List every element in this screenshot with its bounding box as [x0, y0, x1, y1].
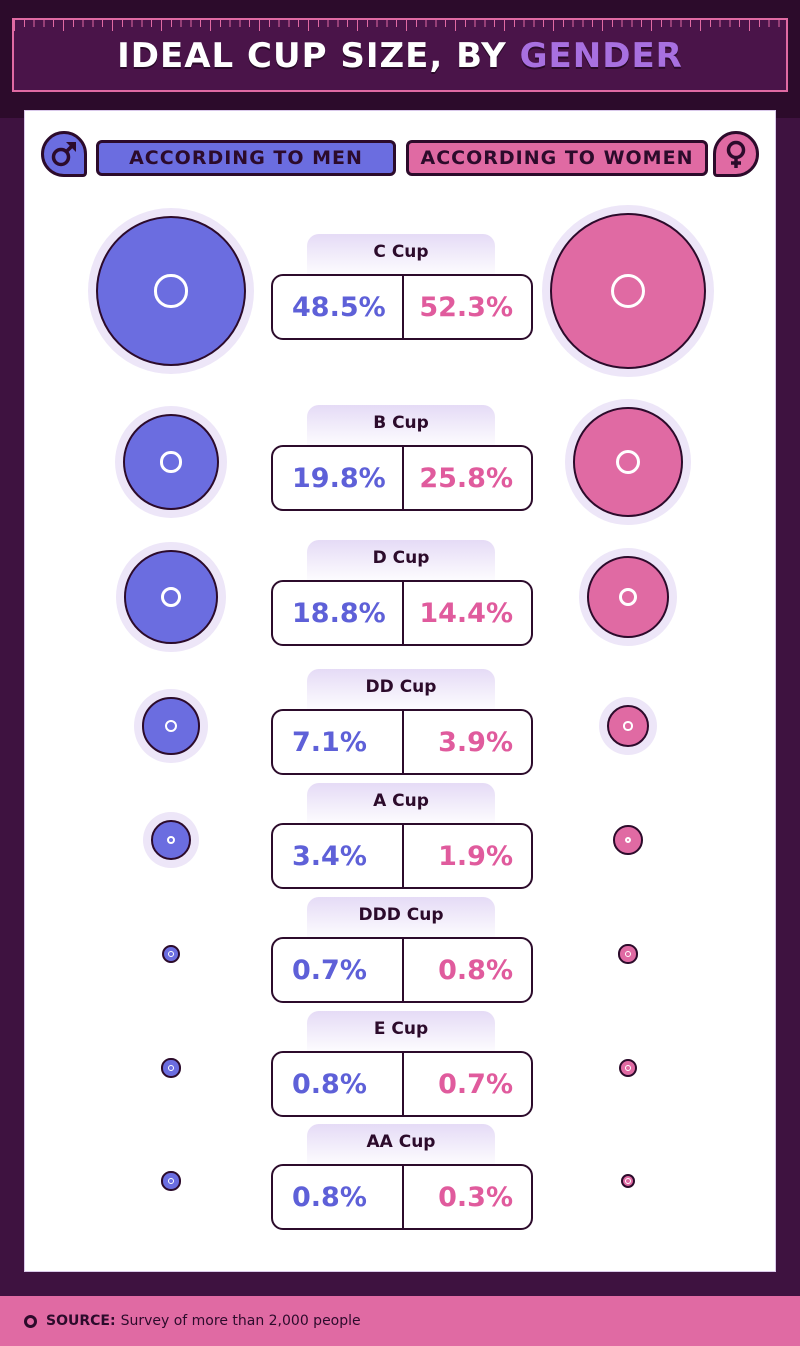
value-box: 0.7% 0.8%	[271, 937, 533, 1003]
female-symbol-icon	[713, 131, 759, 177]
bubble-center-ring	[166, 835, 176, 845]
legend-women-label: ACCORDING TO WOMEN	[406, 140, 708, 176]
bubble-center-ring	[624, 1064, 631, 1071]
title-main: IDEAL CUP SIZE, BY	[117, 36, 520, 76]
women-value: 0.7%	[438, 1068, 513, 1100]
value-box: 19.8% 25.8%	[271, 445, 533, 511]
women-value: 14.4%	[419, 597, 513, 629]
women-value: 25.8%	[419, 462, 513, 494]
title-accent: GENDER	[519, 36, 683, 76]
cup-label: A Cup	[307, 783, 495, 827]
header-band: IDEAL CUP SIZE, BY GENDER	[0, 0, 800, 118]
cup-label: E Cup	[307, 1011, 495, 1055]
value-box: 18.8% 14.4%	[271, 580, 533, 646]
men-bubble	[124, 550, 218, 644]
cup-label: DD Cup	[307, 669, 495, 713]
cup-label: B Cup	[307, 405, 495, 449]
source-text: Survey of more than 2,000 people	[120, 1313, 361, 1329]
women-value: 0.3%	[438, 1181, 513, 1213]
bubble-center-ring	[154, 274, 188, 308]
women-value: 1.9%	[438, 840, 513, 872]
men-value: 3.4%	[273, 825, 404, 887]
legend-men-label: ACCORDING TO MEN	[96, 140, 396, 176]
value-box: 48.5% 52.3%	[271, 274, 533, 340]
bubble-center-ring	[164, 719, 178, 733]
men-bubble	[161, 944, 181, 964]
cup-row: DD Cup 7.1% 3.9%	[25, 669, 775, 779]
cup-row: E Cup 0.8% 0.7%	[25, 1011, 775, 1121]
women-bubble	[618, 1058, 638, 1078]
legend: ACCORDING TO MEN ACCORDING TO WOMEN	[25, 131, 775, 181]
cup-label: DDD Cup	[307, 897, 495, 941]
cup-row: AA Cup 0.8% 0.3%	[25, 1124, 775, 1234]
source-label: SOURCE:	[46, 1313, 116, 1329]
value-box: 3.4% 1.9%	[271, 823, 533, 889]
value-box: 0.8% 0.3%	[271, 1164, 533, 1230]
men-value: 0.8%	[273, 1166, 404, 1228]
bubble-center-ring	[618, 587, 637, 606]
bubble-center-ring	[615, 449, 641, 475]
women-value: 3.9%	[438, 726, 513, 758]
men-value: 19.8%	[273, 447, 404, 509]
women-value: 52.3%	[419, 291, 513, 323]
cup-label: C Cup	[307, 234, 495, 278]
source-bullet-icon	[24, 1314, 37, 1328]
footer: SOURCE: Survey of more than 2,000 people	[0, 1296, 800, 1346]
men-bubble	[123, 414, 219, 510]
cup-row: D Cup 18.8% 14.4%	[25, 540, 775, 652]
bubble-center-ring	[167, 1064, 174, 1071]
men-bubble	[161, 1171, 181, 1191]
men-bubble	[151, 820, 191, 860]
women-value: 0.8%	[438, 954, 513, 986]
bubble-center-ring	[160, 586, 182, 608]
bubble-center-ring	[167, 950, 174, 957]
men-value: 7.1%	[273, 711, 404, 773]
bubble-center-ring	[624, 950, 631, 957]
title-banner: IDEAL CUP SIZE, BY GENDER	[12, 18, 788, 92]
men-bubble	[95, 215, 247, 367]
value-box: 7.1% 3.9%	[271, 709, 533, 775]
ruler-major-ticks	[14, 20, 786, 32]
chart-card: ACCORDING TO MEN ACCORDING TO WOMEN C Cu…	[24, 110, 776, 1272]
bubble-center-ring	[625, 1178, 631, 1184]
cup-row: C Cup 48.5% 52.3%	[25, 205, 775, 377]
cup-row: B Cup 19.8% 25.8%	[25, 399, 775, 525]
men-value: 0.8%	[273, 1053, 404, 1115]
men-value: 0.7%	[273, 939, 404, 1001]
bubble-center-ring	[167, 1177, 174, 1184]
women-bubble	[573, 407, 683, 517]
bubble-center-ring	[624, 836, 632, 844]
women-bubble	[618, 944, 638, 964]
male-symbol-icon	[41, 131, 87, 177]
men-bubble	[142, 697, 200, 755]
bubble-center-ring	[610, 273, 646, 309]
value-box: 0.8% 0.7%	[271, 1051, 533, 1117]
cup-row: A Cup 3.4% 1.9%	[25, 783, 775, 893]
men-bubble	[161, 1058, 181, 1078]
cup-label: AA Cup	[307, 1124, 495, 1168]
women-bubble	[621, 1174, 635, 1188]
bubble-center-ring	[623, 721, 633, 731]
cup-row: DDD Cup 0.7% 0.8%	[25, 897, 775, 1007]
women-bubble	[550, 213, 706, 369]
page-title: IDEAL CUP SIZE, BY GENDER	[14, 36, 786, 76]
bubble-center-ring	[160, 451, 182, 473]
women-bubble	[587, 556, 669, 638]
men-value: 48.5%	[273, 276, 404, 338]
women-bubble	[613, 825, 643, 855]
cup-label: D Cup	[307, 540, 495, 584]
men-value: 18.8%	[273, 582, 404, 644]
